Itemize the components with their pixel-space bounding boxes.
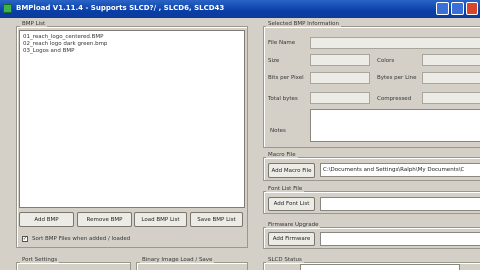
load-bmp-list-button[interactable]: Load BMP List xyxy=(134,212,187,227)
app-icon xyxy=(3,4,12,13)
compressed-field xyxy=(422,92,480,104)
notes-field[interactable] xyxy=(310,109,480,142)
size-label: Size xyxy=(268,58,280,64)
checkmark-icon: ✓ xyxy=(22,235,28,242)
window-title: BMPload V1.11.4 - Supports SLCD?/ , SLCD… xyxy=(16,4,225,12)
port-settings-group xyxy=(16,262,131,270)
bits-per-pixel-field xyxy=(310,72,370,84)
binary-image-label: Binary Image Load / Save xyxy=(140,257,215,263)
minimize-button[interactable] xyxy=(436,2,449,15)
total-bytes-field xyxy=(310,92,370,104)
bits-per-pixel-label: Bits per Pixel xyxy=(268,75,304,81)
firmware-upgrade-label: Firmware Upgrade xyxy=(266,222,321,228)
binary-image-group xyxy=(136,262,248,270)
firmware-path-field[interactable] xyxy=(320,232,480,246)
selected-bmp-info-label: Selected BMP Information xyxy=(266,21,342,27)
file-name-label: File Name xyxy=(268,40,296,46)
list-item[interactable]: 03_Logos and BMP xyxy=(23,48,244,54)
font-list-label: Font List File xyxy=(266,186,305,192)
port-settings-label: Port Settings xyxy=(20,257,60,263)
bmp-list-label: BMP List xyxy=(20,21,48,27)
remove-bmp-button[interactable]: Remove BMP xyxy=(77,212,132,227)
bytes-per-line-field xyxy=(422,72,480,84)
font-list-path-field[interactable] xyxy=(320,197,480,211)
compressed-label: Compressed xyxy=(377,96,412,102)
bytes-per-line-label: Bytes per Line xyxy=(377,75,417,81)
sort-checkbox-label: Sort BMP Files when added / loaded xyxy=(32,236,131,242)
macro-file-label: Macro File xyxy=(266,152,298,158)
list-item[interactable]: 01_reach_logo_centered.BMP xyxy=(23,34,244,40)
macro-file-path-field[interactable]: C:\Documents and Settings\Ralph\My Docum… xyxy=(320,163,480,177)
sort-checkbox[interactable]: ✓ xyxy=(22,236,28,242)
file-name-field xyxy=(310,37,480,49)
colors-label: Colors xyxy=(377,58,395,64)
total-bytes-label: Total bytes xyxy=(268,96,298,102)
save-bmp-list-button[interactable]: Save BMP List xyxy=(190,212,243,227)
size-field xyxy=(310,54,370,66)
colors-field xyxy=(422,54,480,66)
bmp-listbox[interactable]: 01_reach_logo_centered.BMP 02_reach logo… xyxy=(19,30,245,208)
add-macro-file-button[interactable]: Add Macro File xyxy=(268,163,315,178)
maximize-button[interactable] xyxy=(451,2,464,15)
add-font-list-button[interactable]: Add Font List xyxy=(268,197,315,211)
list-item[interactable]: 02_reach logo dark green.bmp xyxy=(23,41,244,47)
close-button[interactable] xyxy=(466,2,478,15)
slcd-status-label: SLCD Status xyxy=(266,257,304,263)
add-firmware-button[interactable]: Add Firmware xyxy=(268,232,315,246)
notes-label: Notes xyxy=(270,128,286,134)
slcd-status-field xyxy=(300,264,460,270)
add-bmp-button[interactable]: Add BMP xyxy=(19,212,74,227)
